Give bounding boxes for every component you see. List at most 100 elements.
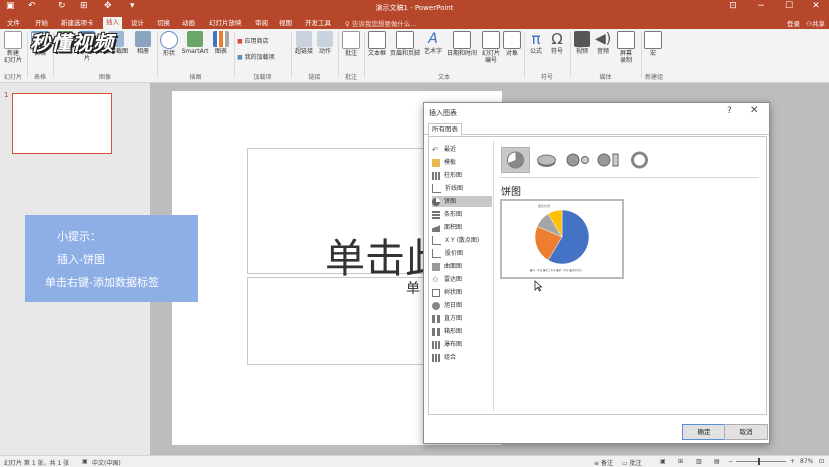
slide-number-button[interactable]: 幻灯片 编号 <box>480 31 502 64</box>
ok-button[interactable]: 确定 <box>682 424 726 440</box>
close-icon[interactable]: ✕ <box>750 105 758 116</box>
tip-step-2: 单击右键-添加数据标签 <box>45 276 159 289</box>
chart-type-area[interactable]: 面积图 <box>432 222 492 233</box>
chart-type-label: 瀑布图 <box>444 341 463 348</box>
chart-type-combo[interactable]: 组合 <box>432 352 492 363</box>
symbol-button[interactable]: Ω 符号 <box>548 31 566 55</box>
subtype-pie[interactable] <box>501 147 530 173</box>
cancel-button[interactable]: 取消 <box>724 424 768 440</box>
login-link[interactable]: 登录 <box>787 20 800 28</box>
group-label-addins: 加载项 <box>253 74 272 81</box>
tab-view[interactable]: 视图 <box>276 18 295 29</box>
list-separator <box>493 141 494 411</box>
chart-button[interactable]: 图表 <box>212 31 230 55</box>
chart-type-column[interactable]: 柱形图 <box>432 170 492 181</box>
chart-type-waterfall[interactable]: 瀑布图 <box>432 339 492 350</box>
tab-slideshow[interactable]: 幻灯片放映 <box>206 18 245 29</box>
shapes-button[interactable]: 形状 <box>160 31 178 57</box>
zoom-level[interactable]: 87% <box>800 458 813 465</box>
subtype-pie-of-pie[interactable] <box>563 147 592 173</box>
group-label-links: 链接 <box>308 74 321 81</box>
textbox-button[interactable]: 文本框 <box>366 31 388 57</box>
store-button[interactable]: ■ 应用商店 <box>237 38 285 45</box>
zoom-in-icon[interactable]: + <box>790 458 795 465</box>
equation-button[interactable]: π 公式 <box>527 31 545 55</box>
comment-button[interactable]: 批注 <box>341 31 361 57</box>
chart-type-line[interactable]: 折线图 <box>432 183 492 194</box>
chart-type-stock[interactable]: 股价图 <box>432 248 492 259</box>
macro-button[interactable]: 宏 <box>644 31 662 57</box>
video-icon <box>574 31 590 47</box>
tab-file[interactable]: 文件 <box>4 18 23 29</box>
maximize-icon[interactable]: ☐ <box>776 1 802 11</box>
reading-view-icon[interactable]: ▥ <box>696 458 702 465</box>
equation-label: 公式 <box>529 48 542 55</box>
wordart-icon: A <box>428 31 438 47</box>
sunburst-chart-icon <box>432 301 440 310</box>
zoom-slider[interactable] <box>736 461 786 462</box>
chart-type-label: 曲面图 <box>444 263 463 270</box>
tell-me-text: 告诉我您想要做什么... <box>351 20 417 28</box>
object-button[interactable]: 对象 <box>503 31 521 57</box>
header-footer-button[interactable]: 页眉和页脚 <box>389 31 421 57</box>
chart-type-label: 股价图 <box>445 250 464 257</box>
tab-all-charts[interactable]: 所有图表 <box>428 123 462 136</box>
chart-type-treemap[interactable]: 树状图 <box>432 287 492 298</box>
line-chart-icon <box>432 184 441 193</box>
audio-button[interactable]: ◀) 音频 <box>594 31 612 55</box>
wordart-button[interactable]: A 艺术字 <box>422 31 444 55</box>
tab-transitions[interactable]: 切换 <box>154 18 173 29</box>
zoom-out-icon[interactable]: − <box>728 458 733 465</box>
action-button[interactable]: 动作 <box>316 31 334 55</box>
new-slide-button[interactable]: 新建 幻灯片 <box>2 31 24 64</box>
doughnut-icon <box>631 151 648 169</box>
chart-type-scatter[interactable]: X Y (散点图) <box>432 235 492 246</box>
slide-thumbnail[interactable] <box>12 93 112 154</box>
chart-type-pie[interactable]: 饼图 <box>432 196 492 207</box>
spell-check-icon[interactable]: ▣ <box>82 458 88 465</box>
fit-slide-icon[interactable]: ⊡ <box>819 458 824 465</box>
tab-developer[interactable]: 开发工具 <box>302 18 334 29</box>
subtitle-placeholder[interactable] <box>247 277 429 365</box>
treemap-chart-icon <box>432 288 440 297</box>
chart-type-radar[interactable]: ✩ 雷达图 <box>432 274 492 285</box>
chart-type-histogram[interactable]: 直方图 <box>432 313 492 324</box>
subtype-separator <box>499 177 759 178</box>
chart-type-recent[interactable]: ↶ 最近 <box>432 144 492 155</box>
subtype-doughnut[interactable] <box>625 147 654 173</box>
subtype-3d-pie[interactable] <box>532 147 561 173</box>
ribbon-options-icon[interactable]: ⊡ <box>720 1 746 11</box>
status-bar: 幻灯片 第 1 张，共 1 张 ▣ 中文(中国) ≡ 备注 ▭ 批注 ▣ ⊞ ▥… <box>0 455 829 467</box>
tab-review[interactable]: 审阅 <box>252 18 271 29</box>
close-window-icon[interactable]: ✕ <box>803 1 829 11</box>
watermark-logo: 秒懂视频 <box>30 31 114 55</box>
store-icon: ■ <box>237 38 243 45</box>
my-addins-button[interactable]: ■ 我的加载项 <box>237 54 289 61</box>
smartart-button[interactable]: SmartArt <box>180 31 210 55</box>
chart-label: 图表 <box>214 48 227 55</box>
share-button[interactable]: 共享 <box>812 20 825 28</box>
video-button[interactable]: 视频 <box>573 31 591 55</box>
chart-type-sunburst[interactable]: 旭日图 <box>432 300 492 311</box>
my-addins-label: 我的加载项 <box>244 54 275 61</box>
help-icon[interactable]: ? <box>727 106 732 116</box>
chart-type-label: 饼图 <box>444 198 457 205</box>
chart-type-bar[interactable]: 条形图 <box>432 209 492 220</box>
tip-heading: 小提示： <box>57 230 101 243</box>
datetime-button[interactable]: 日期和时间 <box>445 31 479 57</box>
chart-type-templates[interactable]: 模板 <box>432 157 492 168</box>
subtype-bar-of-pie[interactable] <box>594 147 623 173</box>
tell-me-box[interactable]: ♀ 告诉我您想要做什么... <box>345 18 417 28</box>
chart-type-boxwhisker[interactable]: 箱形图 <box>432 326 492 337</box>
hyperlink-button[interactable]: 超链接 <box>294 31 314 55</box>
slide-sorter-icon[interactable]: ⊞ <box>678 458 683 465</box>
zoom-slider-handle[interactable] <box>758 458 760 465</box>
slideshow-icon[interactable]: ▤ <box>714 458 720 465</box>
tab-animations[interactable]: 动画 <box>179 18 198 29</box>
chart-type-surface[interactable]: 曲面图 <box>432 261 492 272</box>
normal-view-icon[interactable]: ▣ <box>660 458 666 465</box>
minimize-icon[interactable]: − <box>748 1 774 11</box>
chart-preview[interactable]: 图表标题 ■第一季度 ■第二季度 ■第三季度 ■第四季度 <box>500 199 624 279</box>
header-footer-icon <box>396 31 414 49</box>
screen-record-button[interactable]: 屏幕 录制 <box>615 31 637 64</box>
